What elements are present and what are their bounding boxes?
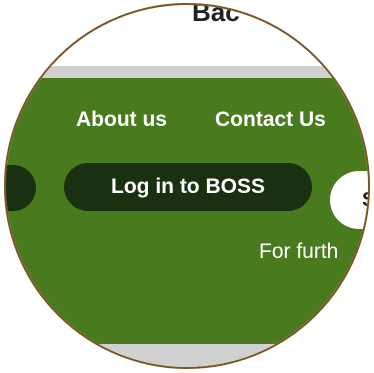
login-boss-button[interactable]: Log in to BOSS [64,163,312,211]
contact-us-link[interactable]: Contact Us [215,108,326,132]
further-info-text: For furth [259,240,339,263]
divider-band-top [6,66,368,78]
divider-band-bottom [6,344,368,367]
page-heading-partial: Bac [192,3,240,27]
zoom-circle: Bac About us Contact Us Log in to BOSS S… [4,3,370,369]
about-us-link[interactable]: About us [76,108,167,132]
